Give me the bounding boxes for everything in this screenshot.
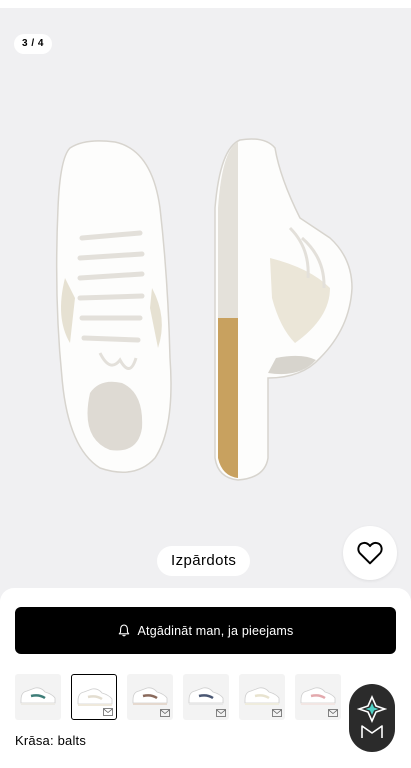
mail-icon: [160, 709, 170, 717]
product-gallery[interactable]: 3 / 4 Izpārdots: [0, 8, 411, 588]
swatch-white-sail[interactable]: [71, 674, 117, 720]
mail-icon: [216, 709, 226, 717]
assistant-chat-button[interactable]: [349, 684, 395, 752]
notify-when-available-button[interactable]: Atgādināt man, ja pieejams: [15, 607, 396, 654]
sneaker-thumbnail-icon: [77, 688, 113, 706]
sneaker-pair-image: [55, 138, 353, 481]
swatch-white-cream[interactable]: [239, 674, 285, 720]
sneaker-thumbnail-icon: [188, 687, 224, 705]
color-label: Krāsa: balts: [15, 733, 87, 748]
heart-icon: [357, 541, 383, 565]
mail-icon: [103, 708, 113, 716]
swatch-white-navy[interactable]: [183, 674, 229, 720]
swatch-white-brown[interactable]: [127, 674, 173, 720]
sold-out-badge: Izpārdots: [157, 546, 251, 576]
right-shoe: [214, 138, 353, 481]
sneaker-thumbnail-icon: [132, 687, 168, 705]
left-shoe: [55, 140, 172, 473]
swatch-white-pink[interactable]: [295, 674, 341, 720]
swatch-white-green[interactable]: [15, 674, 61, 720]
mail-icon: [272, 709, 282, 717]
sneaker-thumbnail-icon: [300, 687, 336, 705]
assistant-logo-icon: [357, 695, 387, 738]
mail-icon: [328, 709, 338, 717]
image-counter: 3 / 4: [14, 34, 52, 54]
status-strip: [0, 0, 411, 8]
wishlist-button[interactable]: [343, 526, 397, 580]
sneaker-thumbnail-icon: [20, 687, 56, 705]
notify-label: Atgādināt man, ja pieejams: [137, 623, 294, 638]
purchase-panel: Atgādināt man, ja pieejams Krāsa: balts: [0, 588, 411, 768]
bell-icon: [118, 624, 129, 637]
sneaker-thumbnail-icon: [244, 687, 280, 705]
